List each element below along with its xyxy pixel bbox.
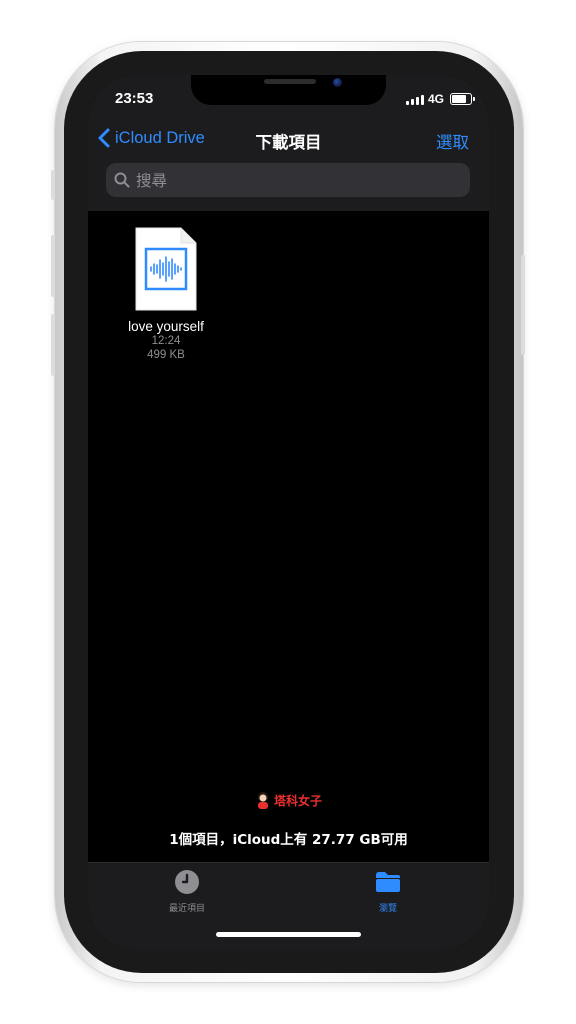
- folder-icon: [376, 872, 400, 892]
- watermark-text: 塔科女子: [273, 793, 322, 808]
- file-size: 499 KB: [147, 349, 185, 361]
- file-time: 12:24: [151, 335, 181, 347]
- notch: [191, 75, 386, 105]
- status-indicators: 4G: [405, 92, 475, 106]
- earpiece-speaker: [264, 79, 316, 84]
- home-indicator[interactable]: [216, 932, 361, 937]
- file-item[interactable]: love yourself 12:24 499 KB: [116, 225, 216, 362]
- tab-recents-label: 最近項目: [168, 904, 205, 914]
- battery-icon: [450, 93, 475, 105]
- clock-icon: [175, 870, 199, 894]
- search-placeholder: 搜尋: [136, 172, 168, 190]
- search-icon: [114, 172, 130, 188]
- tab-bar: 最近項目 瀏覽: [88, 862, 489, 950]
- watermark-avatar-icon: [257, 792, 268, 809]
- volume-down-button: [51, 314, 55, 376]
- tab-recents[interactable]: 最近項目: [137, 869, 237, 914]
- status-time: 23:53: [115, 90, 154, 107]
- silent-switch: [51, 170, 55, 200]
- tab-browse[interactable]: 瀏覽: [338, 869, 438, 914]
- page-title: 下載項目: [255, 133, 322, 152]
- network-type: 4G: [427, 92, 444, 106]
- file-name: love yourself: [128, 319, 204, 334]
- watermark: 塔科女子: [88, 791, 489, 809]
- select-button[interactable]: 選取: [436, 129, 469, 153]
- audio-waveform-file-icon: [135, 227, 197, 311]
- search-input[interactable]: 搜尋: [106, 163, 470, 197]
- volume-up-button: [51, 235, 55, 297]
- phone-screen: 23:53 4G iCloud Drive 下載項目 選取 搜尋 love yo…: [88, 75, 489, 950]
- tab-browse-label: 瀏覽: [378, 904, 397, 914]
- storage-summary: 1個項目，iCloud上有 27.77 GB可用: [169, 832, 408, 848]
- cellular-signal-icon: [405, 94, 424, 105]
- front-camera: [333, 78, 342, 87]
- power-button: [521, 255, 525, 355]
